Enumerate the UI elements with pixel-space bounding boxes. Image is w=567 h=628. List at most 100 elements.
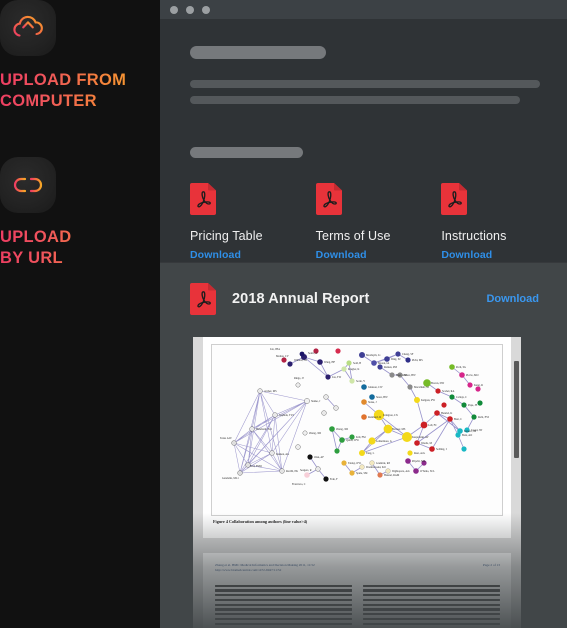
attachment-download-link[interactable]: Download bbox=[316, 249, 442, 261]
svg-text:Johnson, CW: Johnson, CW bbox=[368, 386, 383, 389]
window-close-dot[interactable] bbox=[170, 5, 178, 14]
svg-text:Zhang, XD: Zhang, XD bbox=[309, 432, 321, 435]
page-two-column-right bbox=[363, 584, 500, 628]
pdf-icon bbox=[190, 283, 216, 315]
skeleton-text-line-2 bbox=[190, 96, 520, 104]
svg-text:Brown, DW: Brown, DW bbox=[431, 382, 445, 385]
svg-text:Zhang, XD: Zhang, XD bbox=[336, 428, 348, 431]
svg-text:Scobel, RA: Scobel, RA bbox=[442, 390, 454, 393]
svg-text:Macallum, M: Macallum, M bbox=[414, 386, 429, 389]
svg-text:Colleja, C: Colleja, C bbox=[456, 396, 467, 399]
svg-text:Liu, TW: Liu, TW bbox=[332, 376, 342, 379]
attachment-item[interactable]: Pricing Table Download bbox=[190, 183, 316, 261]
document-pages: Archer, MS Hendrerit, Erci Texas ALT Kur… bbox=[203, 337, 512, 628]
svg-text:Best, AWI: Best, AWI bbox=[396, 374, 407, 377]
skeleton-text-line-1 bbox=[190, 80, 540, 88]
svg-text:Kang, R: Kang, R bbox=[474, 384, 483, 387]
svg-text:Henriel, K: Henriel, K bbox=[441, 412, 452, 415]
collaboration-network-figure: Archer, MS Hendrerit, Erci Texas ALT Kur… bbox=[211, 344, 503, 516]
window-minimize-dot[interactable] bbox=[186, 5, 194, 14]
svg-text:Kril, FM: Kril, FM bbox=[356, 436, 366, 439]
svg-text:Ding, IU: Ding, IU bbox=[391, 358, 401, 361]
svg-text:Gremick, RZ: Gremick, RZ bbox=[376, 462, 391, 465]
svg-text:Sold, B: Sold, B bbox=[353, 362, 361, 365]
panel-top: Pricing Table Download Terms of Use Down… bbox=[160, 19, 567, 262]
svg-text:Robi, EVI: Robi, EVI bbox=[478, 416, 489, 419]
page-separator bbox=[203, 538, 512, 553]
pdf-icon bbox=[315, 183, 342, 215]
svg-text:Pripchi, MA: Pripchi, MA bbox=[412, 460, 425, 463]
svg-text:Beat, C: Beat, C bbox=[454, 418, 462, 421]
preview-page-1: Archer, MS Hendrerit, Erci Texas ALT Kur… bbox=[203, 337, 512, 538]
svg-text:Sobling, I: Sobling, I bbox=[436, 448, 447, 451]
svg-text:Weeds, M: Weeds, M bbox=[421, 442, 432, 445]
preview-scrollbar-track[interactable] bbox=[511, 337, 521, 628]
preview-scrollbar-thumb[interactable] bbox=[513, 361, 519, 458]
svg-text:Kregler, K: Kregler, K bbox=[348, 368, 359, 371]
window-maximize-dot[interactable] bbox=[202, 5, 210, 14]
upload-from-computer-action[interactable]: UPLOAD FROM COMPUTER bbox=[0, 0, 160, 112]
attachment-item[interactable]: Instructions Download bbox=[441, 183, 567, 261]
svg-text:Kasprzniki, AV: Kasprzniki, AV bbox=[412, 436, 429, 439]
attachment-download-link[interactable]: Download bbox=[441, 249, 567, 261]
attachment-name: Terms of Use bbox=[315, 229, 391, 243]
svg-text:Reinen, PM: Reinen, PM bbox=[384, 366, 397, 369]
svg-text:Seegers, R: Seegers, R bbox=[300, 469, 312, 472]
svg-text:Bowser, MS: Bowser, MS bbox=[392, 428, 406, 431]
svg-text:Mohan, CV: Mohan, CV bbox=[276, 355, 289, 358]
page-two-columns bbox=[215, 584, 500, 628]
svg-text:Cheng, SF: Cheng, SF bbox=[402, 353, 414, 356]
page-two-header: Zhang et al. BMC Medical Informatics and… bbox=[215, 563, 500, 574]
attachment-name: Instructions bbox=[441, 229, 507, 243]
cloud-upload-icon[interactable] bbox=[0, 0, 56, 56]
pdf-icon bbox=[190, 183, 216, 215]
upload-by-url-label: UPLOAD BY URL bbox=[0, 227, 150, 269]
page-two-citation: Zhang et al. BMC Medical Informatics and… bbox=[215, 563, 315, 573]
svg-text:Kalgren, PW: Kalgren, PW bbox=[421, 399, 435, 402]
svg-text:Quick, WW: Quick, WW bbox=[346, 439, 359, 442]
svg-text:Spule, SM: Spule, SM bbox=[356, 472, 368, 475]
svg-text:Tang, L: Tang, L bbox=[366, 452, 375, 455]
svg-text:Olen, AF: Olen, AF bbox=[314, 456, 324, 459]
svg-text:Stoke, J: Stoke, J bbox=[368, 401, 377, 404]
svg-text:Pichi, MS: Pichi, MS bbox=[412, 359, 423, 362]
svg-text:Lall, FC: Lall, FC bbox=[428, 424, 437, 427]
svg-text:Archer, MS: Archer, MS bbox=[264, 390, 277, 393]
attachment-list: Pricing Table Download Terms of Use Down… bbox=[160, 183, 567, 261]
svg-text:Lin, JHA: Lin, JHA bbox=[270, 348, 280, 351]
attachment-item[interactable]: Terms of Use Download bbox=[315, 183, 442, 261]
svg-text:Piccio, MO: Piccio, MO bbox=[466, 374, 478, 377]
skeleton-subtitle-bar bbox=[190, 147, 303, 158]
pdf-icon bbox=[441, 183, 468, 215]
svg-text:Tatsky, OY1: Tatsky, OY1 bbox=[348, 462, 362, 465]
svg-text:Texas ALT: Texas ALT bbox=[220, 437, 232, 440]
svg-text:Lloyd, JW: Lloyd, JW bbox=[471, 429, 483, 432]
svg-text:Pape, JE: Pape, JE bbox=[468, 404, 478, 407]
svg-text:Gandolin, ML1: Gandolin, ML1 bbox=[222, 477, 239, 480]
svg-text:Dightopora, Ark: Dightopora, Ark bbox=[392, 470, 410, 473]
svg-text:Bent, AO: Bent, AO bbox=[462, 434, 472, 437]
page-two-column-left bbox=[215, 584, 352, 628]
svg-text:Moren, IA: Moren, IA bbox=[378, 362, 389, 365]
document-preview[interactable]: Archer, MS Hendrerit, Erci Texas ALT Kur… bbox=[193, 337, 521, 628]
sidebar: UPLOAD FROM COMPUTER UPLOAD BY URL bbox=[0, 0, 160, 628]
svg-text:Wallace, JO: Wallace, JO bbox=[294, 359, 307, 362]
svg-text:Francisco, C: Francisco, C bbox=[292, 483, 306, 486]
skeleton-title-bar bbox=[190, 46, 326, 59]
report-header: 2018 Annual Report Download bbox=[160, 263, 567, 315]
svg-text:Mordaym, Li: Mordaym, Li bbox=[366, 354, 381, 357]
link-icon[interactable] bbox=[0, 157, 56, 213]
svg-text:Rings, JJ: Rings, JJ bbox=[294, 377, 304, 380]
svg-text:Snow, BW: Snow, BW bbox=[376, 396, 388, 399]
upload-by-url-action[interactable]: UPLOAD BY URL bbox=[0, 157, 160, 269]
svg-text:Hunzel, RAM: Hunzel, RAM bbox=[384, 474, 400, 477]
upload-from-computer-label: UPLOAD FROM COMPUTER bbox=[0, 70, 150, 112]
svg-text:Reet, AcG: Reet, AcG bbox=[414, 452, 425, 455]
attachment-download-link[interactable]: Download bbox=[190, 249, 316, 261]
svg-text:Nod, FMO: Nod, FMO bbox=[250, 465, 262, 468]
report-download-link[interactable]: Download bbox=[486, 293, 539, 305]
page-two-page-label: Page 2 of 13 bbox=[482, 563, 500, 567]
svg-text:Fein, F: Fein, F bbox=[330, 478, 338, 481]
attachment-name: Pricing Table bbox=[190, 229, 263, 243]
main-window: Pricing Table Download Terms of Use Down… bbox=[160, 0, 567, 628]
